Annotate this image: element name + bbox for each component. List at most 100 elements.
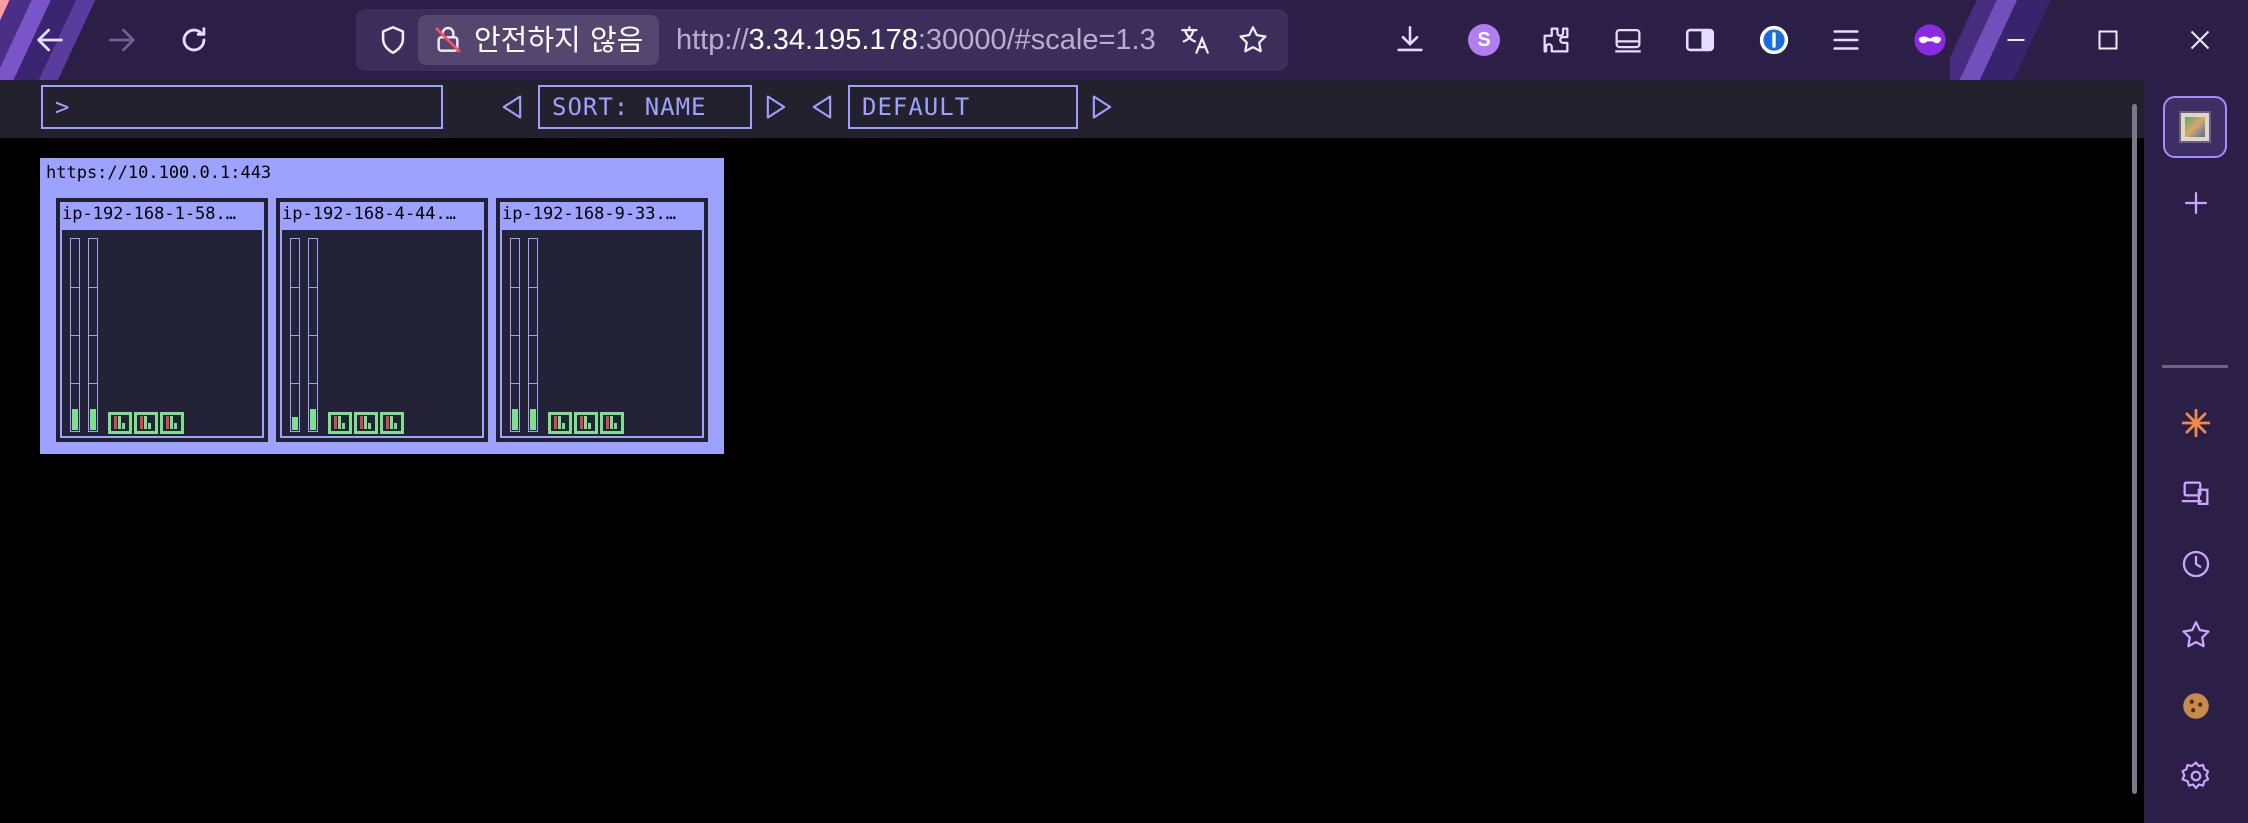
app-toolbar: > SORT: NAME DEFAULT (0, 80, 2144, 138)
minimize-button[interactable] (1988, 12, 2044, 68)
close-icon (2190, 30, 2210, 50)
sidebar-bookmarks-button[interactable] (2166, 605, 2226, 665)
url-text[interactable]: http://3.34.195.178:30000/#scale=1.3 (676, 9, 1156, 71)
back-button[interactable] (22, 12, 78, 68)
pod-box[interactable] (328, 412, 352, 434)
tab-thumbnail (2179, 111, 2211, 143)
node-card[interactable]: ip-192-168-4-44.… (276, 198, 488, 442)
reload-button[interactable] (166, 12, 222, 68)
cluster-canvas: https://10.100.0.1:443 ip-192-168-1-58.…… (0, 138, 2132, 823)
reload-icon (182, 27, 206, 52)
password-manager-icon (1759, 25, 1789, 55)
account-button[interactable]: S (1456, 12, 1512, 68)
node-name: ip-192-168-1-58.… (62, 204, 236, 224)
private-browsing-button[interactable] (1902, 12, 1958, 68)
cpu-usage-fill (292, 417, 298, 430)
url-bar[interactable]: 안전하지 않음 http://3.34.195.178:30000/#scale… (356, 9, 1288, 71)
bookmark-star-icon[interactable] (1236, 23, 1270, 57)
sidebar-divider (2162, 365, 2228, 368)
node-name: ip-192-168-4-44.… (282, 204, 456, 224)
reader-button[interactable] (1672, 12, 1728, 68)
pod-box[interactable] (108, 412, 132, 434)
mem-usage-fill (310, 409, 316, 430)
node-card[interactable]: ip-192-168-9-33.… (496, 198, 708, 442)
node-body (502, 230, 702, 436)
cluster-box[interactable]: https://10.100.0.1:443 ip-192-168-1-58.…… (40, 158, 724, 454)
bookmarks-icon (2182, 621, 2210, 648)
minimize-icon (2007, 39, 2025, 41)
sort-label: SORT: NAME (552, 93, 707, 121)
cpu-gauge (290, 238, 300, 432)
pod-box[interactable] (354, 412, 378, 434)
downloads-button[interactable] (1382, 12, 1438, 68)
security-label: 안전하지 않음 (474, 23, 644, 57)
account-s-icon: S (1468, 24, 1500, 56)
node-name: ip-192-168-9-33.… (502, 204, 676, 224)
filter-prompt: > (55, 93, 71, 121)
sidebar-cookie-button[interactable] (2166, 676, 2226, 736)
insecure-lock-icon (435, 26, 461, 53)
sparkle-icon (2181, 408, 2211, 438)
mem-gauge (308, 238, 318, 432)
mode-prev-arrow-icon[interactable] (808, 93, 836, 121)
mode-label: DEFAULT (862, 93, 971, 121)
cookie-icon (2183, 693, 2209, 719)
pod-box[interactable] (548, 412, 572, 434)
extensions-icon (1543, 27, 1569, 53)
devices-icon (2181, 481, 2209, 506)
sidebar-ai-button[interactable] (2166, 393, 2226, 453)
maximize-button[interactable] (2080, 12, 2136, 68)
filter-input[interactable]: > (41, 85, 443, 129)
cpu-usage-fill (512, 409, 518, 430)
sidebar-add-button[interactable] (2166, 173, 2226, 233)
download-icon (1397, 25, 1423, 52)
menu-icon (1833, 30, 1859, 50)
shield-icon[interactable] (376, 23, 410, 57)
maximize-icon (2098, 30, 2118, 50)
mem-usage-fill (530, 409, 536, 430)
cpu-usage-fill (72, 409, 78, 430)
browser-sidebar (2144, 80, 2248, 823)
pod-box[interactable] (160, 412, 184, 434)
close-window-button[interactable] (2172, 12, 2228, 68)
pod-box[interactable] (574, 412, 598, 434)
settings-icon (2181, 761, 2210, 790)
sidebar-toggle-icon (1615, 28, 1641, 53)
history-icon (2182, 550, 2210, 578)
add-icon (2184, 191, 2208, 215)
url-host: 3.34.195.178 (748, 24, 918, 56)
cluster-title: https://10.100.0.1:443 (46, 163, 272, 183)
mem-usage-fill (90, 409, 96, 430)
sidebar-history-button[interactable] (2166, 534, 2226, 594)
arrow-right-icon (109, 28, 135, 52)
scrollbar-thumb[interactable] (2132, 104, 2137, 794)
cpu-gauge (70, 238, 80, 432)
arrow-left-icon (37, 28, 63, 52)
sidebar-toggle-button[interactable] (1600, 12, 1656, 68)
extensions-button[interactable] (1528, 12, 1584, 68)
forward-button[interactable] (94, 12, 150, 68)
password-manager-button[interactable] (1746, 12, 1802, 68)
mode-next-arrow-icon[interactable] (1088, 93, 1116, 121)
mem-gauge (528, 238, 538, 432)
mode-selector[interactable]: DEFAULT (848, 85, 1078, 129)
pod-box[interactable] (380, 412, 404, 434)
sidebar-settings-button[interactable] (2166, 746, 2226, 806)
sidebar-devices-button[interactable] (2166, 464, 2226, 524)
menu-button[interactable] (1818, 12, 1874, 68)
pod-box[interactable] (134, 412, 158, 434)
sort-prev-arrow-icon[interactable] (498, 93, 526, 121)
reader-icon (1685, 28, 1715, 52)
url-prefix: http:// (676, 24, 749, 56)
node-body (282, 230, 482, 436)
security-indicator[interactable]: 안전하지 않음 (418, 15, 660, 65)
translate-icon[interactable] (1178, 23, 1212, 57)
sort-selector[interactable]: SORT: NAME (538, 85, 752, 129)
sort-next-arrow-icon[interactable] (762, 93, 790, 121)
node-card[interactable]: ip-192-168-1-58.… (56, 198, 268, 442)
sidebar-active-tab[interactable] (2163, 96, 2227, 158)
mem-gauge (88, 238, 98, 432)
node-body (62, 230, 262, 436)
pod-box[interactable] (600, 412, 624, 434)
private-mask-icon (1914, 24, 1946, 56)
